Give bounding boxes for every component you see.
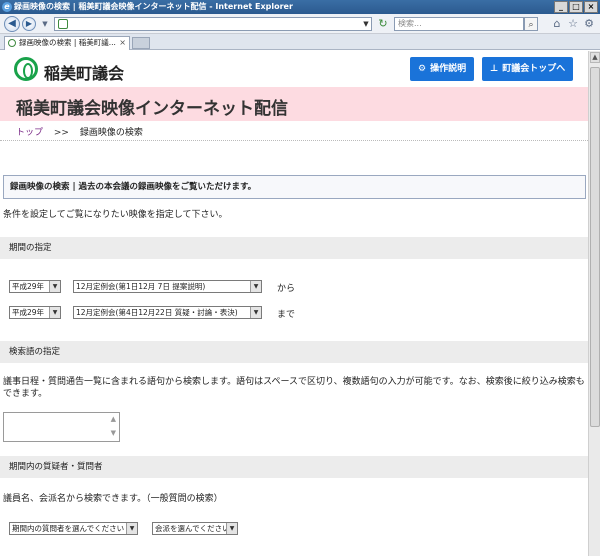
window-title-bar: e 録画映像の検索 | 稲美町議会映像インターネット配信 - Internet … bbox=[0, 0, 600, 14]
to-meeting-value: 12月定例会(第4日12月22日 質疑・討論・表決) bbox=[76, 308, 238, 317]
party-select[interactable]: 会派を選んでください ▼ bbox=[152, 522, 238, 535]
tab-current[interactable]: 録画映像の検索 | 稲美町議... × bbox=[4, 36, 130, 50]
keyword-heading: 検索語の指定 bbox=[0, 341, 588, 363]
ie-logo-icon: e bbox=[2, 2, 12, 12]
sitemap-icon: ⊥ bbox=[490, 64, 499, 74]
tab-close-icon[interactable]: × bbox=[119, 37, 126, 49]
site-header: 稲美町議会 ⚙ 操作説明 ⊥ 町議会トップへ bbox=[0, 51, 588, 87]
from-year-select[interactable]: 平成29年 ▼ bbox=[9, 280, 61, 293]
from-meeting-value: 12月定例会(第1日12月 7日 提案説明) bbox=[76, 282, 206, 291]
intro-lead: 条件を設定してご覧になりたい映像を指定して下さい。 bbox=[3, 210, 228, 220]
council-top-button-label: 町議会トップへ bbox=[502, 64, 566, 74]
home-icon[interactable]: ⌂ bbox=[550, 17, 564, 31]
tools-gear-icon[interactable]: ⚙ bbox=[582, 17, 596, 31]
keyword-note: 議事日程・質問通告一覧に含まれる語句から検索します。語句はスペースで区切り、複数… bbox=[3, 377, 585, 399]
back-icon[interactable]: ◀ bbox=[4, 16, 20, 32]
search-input[interactable]: 検索... bbox=[394, 17, 524, 31]
from-meeting-select[interactable]: 12月定例会(第1日12月 7日 提案説明) ▼ bbox=[73, 280, 262, 293]
forward-icon[interactable]: ▶ bbox=[22, 17, 36, 31]
intro-box: 録画映像の検索 | 過去の本会議の録画映像をご覧いただけます。 bbox=[3, 175, 586, 199]
manual-button-label: 操作説明 bbox=[430, 64, 467, 74]
site-logo-icon[interactable] bbox=[14, 57, 38, 81]
tab-label: 録画映像の検索 | 稲美町議... bbox=[19, 38, 116, 47]
search-icon[interactable]: ⌕ bbox=[524, 17, 538, 31]
scroll-down-icon: ▼ bbox=[110, 429, 116, 437]
scroll-up-arrow-icon[interactable]: ▲ bbox=[590, 52, 600, 63]
party-select-value: 会派を選んでください bbox=[155, 524, 230, 533]
questioner-heading: 期間内の質疑者・質問者 bbox=[0, 456, 588, 478]
questioner-select[interactable]: 期間内の質問者を選んでください ▼ bbox=[9, 522, 138, 535]
page-viewport: 稲美町議会 ⚙ 操作説明 ⊥ 町議会トップへ 稲美町議会映像インターネット配信 トッ… bbox=[0, 51, 588, 556]
from-year-value: 平成29年 bbox=[12, 282, 45, 291]
search-placeholder: 検索... bbox=[398, 19, 422, 28]
chevron-down-icon: ▼ bbox=[49, 281, 60, 292]
chevron-down-icon: ▼ bbox=[49, 307, 60, 318]
chevron-down-icon: ▼ bbox=[226, 523, 237, 534]
to-meeting-select[interactable]: 12月定例会(第4日12月22日 質疑・討論・表決) ▼ bbox=[73, 306, 262, 319]
from-suffix: から bbox=[277, 284, 296, 294]
window-controls: _ □ × bbox=[554, 1, 598, 13]
refresh-icon[interactable]: ↻ bbox=[376, 17, 390, 31]
period-heading: 期間の指定 bbox=[0, 237, 588, 259]
chevron-down-icon: ▼ bbox=[126, 523, 137, 534]
breadcrumb-separator: >> bbox=[53, 128, 69, 138]
maximize-icon[interactable]: □ bbox=[569, 1, 583, 13]
keyword-textarea[interactable]: ▲ ▼ bbox=[3, 412, 120, 442]
chevron-down-icon: ▼ bbox=[250, 307, 261, 318]
breadcrumb-home-link[interactable]: トップ bbox=[16, 128, 43, 138]
questioner-note: 議員名、会派名から検索できます。（一般質問の検索） bbox=[3, 494, 223, 504]
tab-favicon-icon bbox=[8, 39, 16, 47]
address-bar[interactable] bbox=[54, 17, 372, 31]
page-title: 稲美町議会映像インターネット配信 bbox=[16, 99, 288, 119]
to-suffix: まで bbox=[277, 310, 296, 320]
site-name[interactable]: 稲美町議会 bbox=[44, 60, 124, 84]
breadcrumb: トップ >> 録画映像の検索 bbox=[16, 125, 143, 138]
scroll-up-icon: ▲ bbox=[110, 415, 116, 423]
breadcrumb-current: 録画映像の検索 bbox=[79, 128, 143, 138]
new-tab-button[interactable] bbox=[132, 37, 150, 49]
history-dropdown-icon[interactable]: ▼ bbox=[38, 17, 52, 31]
window-title: 録画映像の検索 | 稲美町議会映像インターネット配信 - Internet Ex… bbox=[14, 2, 293, 11]
page-banner: 稲美町議会映像インターネット配信 bbox=[0, 87, 588, 121]
breadcrumb-divider bbox=[0, 140, 588, 142]
tab-bar: 録画映像の検索 | 稲美町議... × bbox=[0, 34, 600, 50]
to-year-value: 平成29年 bbox=[12, 308, 45, 317]
gear-icon: ⚙ bbox=[418, 64, 427, 74]
minimize-icon[interactable]: _ bbox=[554, 1, 568, 13]
to-year-select[interactable]: 平成29年 ▼ bbox=[9, 306, 61, 319]
vertical-scrollbar[interactable]: ▲ bbox=[588, 51, 600, 556]
close-icon[interactable]: × bbox=[584, 1, 598, 13]
questioner-select-value: 期間内の質問者を選んでください bbox=[12, 524, 125, 533]
manual-button[interactable]: ⚙ 操作説明 bbox=[410, 57, 475, 81]
address-dropdown-icon[interactable]: ▼ bbox=[360, 17, 372, 31]
chevron-down-icon: ▼ bbox=[250, 281, 261, 292]
council-top-button[interactable]: ⊥ 町議会トップへ bbox=[482, 57, 574, 81]
page-icon bbox=[58, 19, 68, 29]
favorites-star-icon[interactable]: ☆ bbox=[566, 17, 580, 31]
navigation-bar: ◀ ▶ ▼ ▼ ↻ 検索... ⌕ ⌂ ☆ ⚙ bbox=[0, 14, 600, 34]
scroll-thumb[interactable] bbox=[590, 67, 600, 427]
